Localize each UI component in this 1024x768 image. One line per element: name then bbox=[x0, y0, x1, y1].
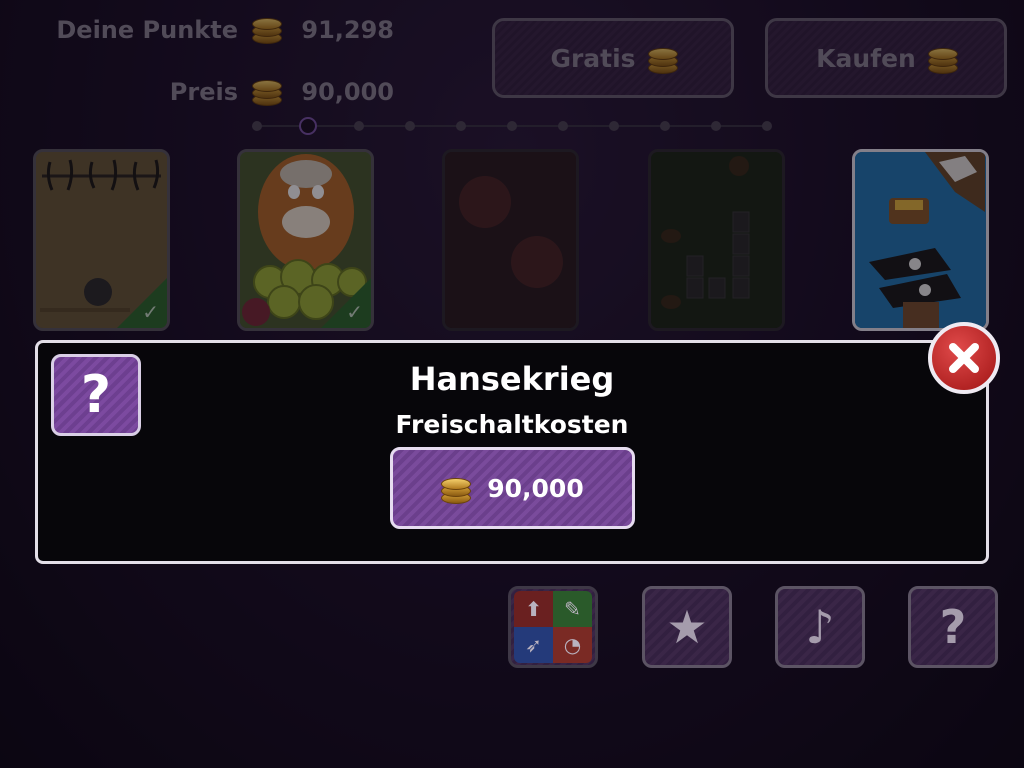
page-dot[interactable] bbox=[558, 121, 568, 131]
page-dot[interactable] bbox=[456, 121, 466, 131]
level-card-1[interactable]: ✓ bbox=[33, 149, 170, 331]
help-icon: ? bbox=[939, 600, 967, 654]
page-dot[interactable] bbox=[354, 121, 364, 131]
star-icon: ★ bbox=[666, 600, 708, 654]
unlock-price-button[interactable]: 90,000 bbox=[390, 447, 635, 529]
level-3-thumbnail bbox=[445, 152, 576, 328]
check-icon: ✓ bbox=[346, 300, 363, 324]
page-dot[interactable] bbox=[660, 121, 670, 131]
favorites-button[interactable]: ★ bbox=[642, 586, 732, 668]
gratis-button[interactable]: Gratis bbox=[492, 18, 734, 98]
level-card-4[interactable] bbox=[648, 149, 785, 331]
help-button[interactable]: ? bbox=[908, 586, 998, 668]
dialog-subtitle: Freischaltkosten bbox=[395, 410, 629, 439]
gratis-label: Gratis bbox=[550, 43, 636, 73]
level-4-thumbnail bbox=[651, 152, 782, 328]
page-indicator bbox=[248, 114, 774, 138]
unlock-price: 90,000 bbox=[487, 473, 584, 503]
page-dot[interactable] bbox=[711, 121, 721, 131]
game-modes-button[interactable]: ⬆ ✎ ➶ ◔ bbox=[508, 586, 598, 668]
dialog-title: Hansekrieg bbox=[409, 360, 615, 398]
page-dot[interactable] bbox=[507, 121, 517, 131]
page-dot[interactable] bbox=[762, 121, 772, 131]
page-dot[interactable] bbox=[405, 121, 415, 131]
page-dot-active[interactable] bbox=[299, 117, 317, 135]
level-card-5-hansekrieg[interactable] bbox=[852, 149, 989, 331]
kaufen-label: Kaufen bbox=[816, 43, 916, 73]
level-card-3[interactable] bbox=[442, 149, 579, 331]
music-button[interactable]: ♪ bbox=[775, 586, 865, 668]
coin-icon bbox=[441, 474, 472, 504]
game-modes-icon: ⬆ ✎ ➶ ◔ bbox=[514, 591, 592, 663]
page-dot[interactable] bbox=[609, 121, 619, 131]
check-icon: ✓ bbox=[142, 300, 159, 324]
price-value: 90,000 bbox=[301, 78, 394, 106]
level-5-thumbnail bbox=[855, 152, 986, 328]
coin-icon bbox=[927, 44, 958, 74]
points-label: Deine Punkte bbox=[56, 16, 238, 44]
page-dot[interactable] bbox=[252, 121, 262, 131]
coin-icon bbox=[252, 14, 282, 44]
coin-icon bbox=[647, 44, 678, 74]
kaufen-button[interactable]: Kaufen bbox=[765, 18, 1007, 98]
music-note-icon: ♪ bbox=[805, 600, 835, 654]
close-icon bbox=[949, 343, 979, 373]
coin-icon bbox=[252, 76, 282, 106]
level-card-2[interactable]: ✓ bbox=[237, 149, 374, 331]
price-label: Preis bbox=[169, 78, 238, 106]
close-button[interactable] bbox=[928, 322, 1000, 394]
points-value: 91,298 bbox=[301, 16, 394, 44]
